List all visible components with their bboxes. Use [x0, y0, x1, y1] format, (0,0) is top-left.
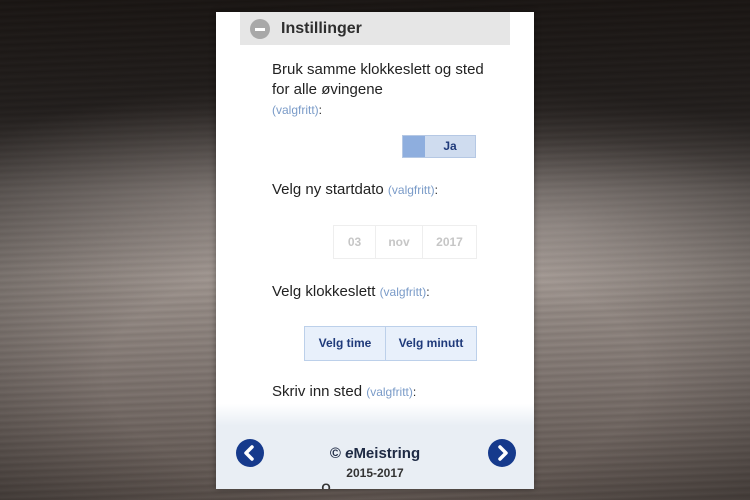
scroll-fade: [216, 404, 534, 426]
optional-tag: (valgfritt): [387, 183, 435, 197]
mobile-app-screen: Instillinger Bruk samme klokkeslett og s…: [216, 12, 534, 489]
footer-bar: © eMeistring 2015-2017 O . . . . . . . .…: [216, 426, 534, 489]
time-picker: Velg time Velg minutt: [304, 326, 477, 361]
start-date-label: Velg ny startdato (valgfritt):: [272, 180, 492, 200]
cutoff-text: O . . . . . . . . .: [321, 481, 429, 489]
next-button[interactable]: [488, 439, 516, 467]
same-time-toggle[interactable]: Ja: [402, 135, 476, 158]
optional-tag: (valgfritt): [379, 285, 427, 299]
time-label-text: Velg klokkeslett: [272, 283, 376, 300]
place-label-text: Skriv inn sted: [272, 383, 363, 400]
start-date-picker[interactable]: 03 nov 2017: [333, 225, 477, 259]
select-minute-button[interactable]: Velg minutt: [386, 327, 476, 360]
settings-section-header[interactable]: Instillinger: [240, 12, 510, 45]
time-label: Velg klokkeslett (valgfritt):: [272, 282, 492, 302]
colon: :: [412, 385, 417, 399]
chevron-right-icon: [498, 445, 508, 461]
minus-circle-icon[interactable]: [250, 18, 270, 39]
start-date-label-text: Velg ny startdato: [272, 181, 384, 198]
date-year[interactable]: 2017: [423, 226, 476, 258]
toggle-label: Ja: [443, 139, 457, 153]
section-title: Instillinger: [281, 19, 362, 37]
colon: :: [426, 285, 430, 299]
toggle-knob[interactable]: [403, 136, 425, 157]
select-hour-button[interactable]: Velg time: [305, 327, 386, 360]
brand-name: Meistring: [353, 445, 421, 462]
date-month[interactable]: nov: [376, 226, 423, 258]
same-time-place-label: Bruk samme klokkeslett og sted for alle …: [272, 60, 492, 120]
place-label: Skriv inn sted (valgfritt):: [272, 382, 492, 402]
date-day[interactable]: 03: [334, 226, 376, 258]
same-time-label-text: Bruk samme klokkeslett og sted for alle …: [272, 61, 484, 98]
optional-tag: (valgfritt): [366, 385, 413, 399]
copyright-symbol: ©: [329, 445, 341, 462]
colon: :: [318, 103, 323, 117]
brand-line: © eMeistring: [216, 445, 534, 462]
colon: :: [434, 183, 438, 197]
copyright-years: 2015-2017: [346, 466, 404, 480]
optional-tag: (valgfritt): [272, 103, 319, 117]
